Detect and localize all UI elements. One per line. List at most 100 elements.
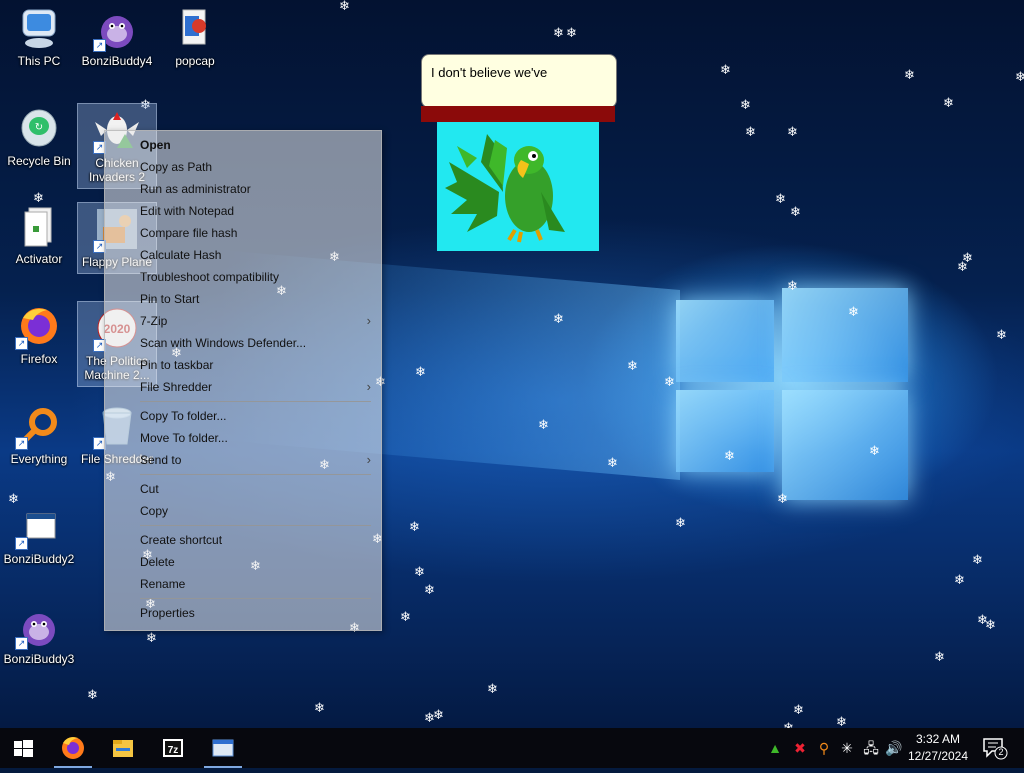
shortcut-arrow-icon: ↗	[93, 39, 106, 52]
shortcut-arrow-icon: ↗	[15, 537, 28, 550]
menu-item-label: Send to	[140, 453, 182, 467]
this-pc-icon	[22, 9, 56, 48]
chevron-right-icon: ›	[366, 379, 371, 394]
menu-item-label: Pin to taskbar	[140, 358, 214, 372]
desktop-icon-activator[interactable]: Activator	[0, 200, 78, 280]
desktop-icon-bonzibuddy4[interactable]: ↗ BonziBuddy4	[78, 2, 156, 82]
menu-separator	[140, 525, 371, 526]
menu-item-pin-to-taskbar[interactable]: Pin to taskbar	[105, 354, 381, 376]
desktop-icon-label: Firefox	[20, 352, 58, 366]
menu-item-run-as-administrator[interactable]: Run as administrator	[105, 178, 381, 200]
clock-time: 3:32 AM	[915, 732, 961, 746]
menu-item-move-to-folder[interactable]: Move To folder...	[105, 427, 381, 449]
menu-item-7zip[interactable]: 7-Zip ›	[105, 310, 381, 332]
firefox-icon	[62, 737, 84, 759]
menu-item-edit-with-notepad[interactable]: Edit with Notepad	[105, 200, 381, 222]
desktop-icon-bonzibuddy3[interactable]: ↗ BonziBuddy3	[0, 600, 78, 680]
desktop-icon-firefox[interactable]: ↗ Firefox	[0, 300, 78, 380]
context-menu: Open Copy as Path Run as administrator E…	[104, 130, 382, 631]
menu-item-label: Rename	[140, 577, 186, 591]
search-everything-icon[interactable]: ⚲	[815, 738, 833, 758]
snowflake-tray-icon[interactable]: ✳	[838, 738, 856, 758]
menu-item-pin-to-start[interactable]: Pin to Start	[105, 288, 381, 310]
windows-logo-wallpaper	[672, 270, 912, 505]
menu-item-calculate-hash[interactable]: Calculate Hash	[105, 244, 381, 266]
taskbar-file-explorer[interactable]	[100, 728, 146, 768]
desktop-icon-popcap[interactable]: popcap	[156, 2, 234, 82]
menu-item-cut[interactable]: Cut	[105, 478, 381, 500]
menu-item-label: Calculate Hash	[140, 248, 222, 262]
action-center-button[interactable]: 2	[982, 736, 1008, 760]
parrot-assistant[interactable]	[437, 122, 599, 251]
parrot-icon	[445, 134, 565, 243]
desktop-icon-label: Everything	[10, 452, 68, 466]
menu-item-compare-file-hash[interactable]: Compare file hash	[105, 222, 381, 244]
clock-date: 12/27/2024	[907, 749, 969, 763]
menu-item-label: Run as administrator	[140, 182, 251, 196]
windows-start-icon	[14, 740, 33, 757]
desktop-icon-label: BonziBuddy4	[81, 54, 153, 68]
taskbar-7zip[interactable]: 7z	[150, 728, 196, 768]
menu-separator	[140, 474, 371, 475]
menu-item-file-shredder[interactable]: File Shredder ›	[105, 376, 381, 398]
desktop-icon-everything[interactable]: ↗ Everything	[0, 400, 78, 480]
menu-item-label: Delete	[140, 555, 175, 569]
start-button[interactable]	[0, 728, 46, 768]
menu-item-delete[interactable]: Delete	[105, 551, 381, 573]
shortcut-arrow-icon: ↗	[15, 637, 28, 650]
desktop-icon-bonzibuddy2[interactable]: ↗ BonziBuddy2	[0, 500, 78, 580]
desktop-icon-label: BonziBuddy2	[3, 552, 75, 566]
menu-item-rename[interactable]: Rename	[105, 573, 381, 595]
clock[interactable]: 3:32 AM 12/27/2024	[902, 731, 974, 765]
menu-separator	[140, 401, 371, 402]
menu-item-send-to[interactable]: Send to ›	[105, 449, 381, 471]
menu-item-copy[interactable]: Copy	[105, 500, 381, 522]
taskbar-window-app[interactable]	[200, 728, 246, 768]
menu-separator	[140, 598, 371, 599]
menu-item-label: Open	[140, 138, 171, 152]
desktop-icon-label: BonziBuddy3	[3, 652, 75, 666]
recycle-bin-icon: ↻	[21, 109, 57, 147]
desktop-icon-label: Recycle Bin	[7, 154, 71, 168]
menu-item-copy-as-path[interactable]: Copy as Path	[105, 156, 381, 178]
file-icon	[24, 207, 52, 247]
7zip-icon: 7z	[163, 739, 183, 757]
svg-text:↻: ↻	[35, 122, 43, 133]
menu-item-label: Edit with Notepad	[140, 204, 235, 218]
christmas-tree-icon[interactable]: ▲	[766, 738, 784, 758]
folder-icon	[182, 9, 206, 45]
desktop-icon-label: Activator	[15, 252, 63, 266]
menu-item-label: Scan with Windows Defender...	[140, 336, 307, 350]
menu-item-label: Cut	[140, 482, 159, 496]
taskbar: 7z ▲ ✖ ⚲ ✳ 🖧 🔊 3:32 AM 12/27/2024 2	[0, 728, 1024, 768]
menu-item-copy-to-folder[interactable]: Copy To folder...	[105, 405, 381, 427]
menu-item-label: 7-Zip	[140, 314, 168, 328]
menu-item-label: Copy as Path	[140, 160, 213, 174]
7zip-label: 7z	[168, 745, 179, 756]
chevron-right-icon: ›	[366, 313, 371, 328]
assistant-titlebar[interactable]	[421, 106, 615, 122]
menu-item-label: File Shredder	[140, 380, 213, 394]
chevron-right-icon: ›	[366, 452, 371, 467]
desktop-icon-recycle-bin[interactable]: ↻ Recycle Bin	[0, 102, 78, 182]
menu-item-properties[interactable]: Properties	[105, 602, 381, 624]
menu-item-scan-with-defender[interactable]: Scan with Windows Defender...	[105, 332, 381, 354]
menu-item-label: Compare file hash	[140, 226, 238, 240]
speech-bubble[interactable]: I don't believe we've	[421, 54, 617, 118]
security-alert-icon[interactable]: ✖	[791, 738, 809, 758]
file-explorer-icon	[113, 740, 133, 757]
network-icon[interactable]: 🖧	[862, 738, 880, 758]
menu-item-label: Copy To folder...	[140, 409, 227, 423]
taskbar-firefox[interactable]	[50, 728, 96, 768]
desktop-icon-label: popcap	[175, 54, 215, 68]
volume-icon[interactable]: 🔊	[885, 738, 903, 758]
speech-bubble-text: I don't believe we've	[431, 65, 548, 80]
desktop-icon-this-pc[interactable]: This PC	[0, 2, 78, 82]
shortcut-arrow-icon: ↗	[15, 437, 28, 450]
shortcut-arrow-icon: ↗	[15, 337, 28, 350]
menu-item-troubleshoot-compatibility[interactable]: Troubleshoot compatibility	[105, 266, 381, 288]
menu-item-label: Pin to Start	[140, 292, 200, 306]
menu-item-open[interactable]: Open	[105, 134, 381, 156]
menu-item-create-shortcut[interactable]: Create shortcut	[105, 529, 381, 551]
desktop-icon-label: This PC	[17, 54, 61, 68]
